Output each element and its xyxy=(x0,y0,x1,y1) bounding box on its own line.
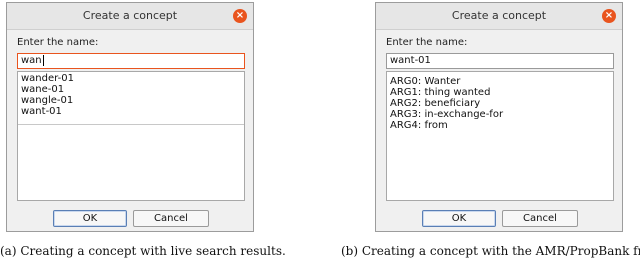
frame-arg-row: ARG1: thing wanted xyxy=(390,87,491,98)
list-item[interactable]: want-01 xyxy=(21,106,241,117)
create-concept-dialog-search: Create a concept × Enter the name: wan w… xyxy=(6,2,254,232)
search-results-list[interactable]: wander-01 wane-01 wangle-01 want-01 xyxy=(17,71,245,201)
list-divider xyxy=(18,124,244,125)
create-concept-dialog-frame: Create a concept × Enter the name: want-… xyxy=(375,2,623,232)
list-item[interactable]: wangle-01 xyxy=(21,95,241,106)
ok-button[interactable]: OK xyxy=(422,210,496,227)
frame-arguments-panel: ARG0: Wanter ARG1: thing wanted ARG2: be… xyxy=(386,71,614,201)
figure-caption-b: (b) Creating a concept with the AMR/Prop… xyxy=(341,244,640,258)
ok-button[interactable]: OK xyxy=(53,210,127,227)
name-prompt-label: Enter the name: xyxy=(17,37,99,48)
dialog-title: Create a concept xyxy=(82,9,178,22)
close-icon[interactable]: × xyxy=(233,9,247,23)
close-icon[interactable]: × xyxy=(602,9,616,23)
text-caret xyxy=(42,54,44,66)
frame-arg-row: ARG3: in-exchange-for xyxy=(390,109,504,120)
frame-arg-row: ARG0: Wanter xyxy=(390,76,461,87)
dialog-title: Create a concept xyxy=(451,9,547,22)
cancel-button[interactable]: Cancel xyxy=(502,210,578,227)
frame-arg-row: ARG4: from xyxy=(390,120,448,131)
concept-name-input[interactable]: want-01 xyxy=(386,53,614,69)
figure-caption-a: (a) Creating a concept with live search … xyxy=(0,244,286,258)
input-value: wan xyxy=(21,55,42,66)
dialog-titlebar: Create a concept × xyxy=(376,3,622,30)
list-item[interactable]: wane-01 xyxy=(21,84,241,95)
cancel-button[interactable]: Cancel xyxy=(133,210,209,227)
frame-arg-row: ARG2: beneficiary xyxy=(390,98,481,109)
dialog-titlebar: Create a concept × xyxy=(7,3,253,30)
concept-name-input[interactable]: wan xyxy=(17,53,245,69)
list-item[interactable]: wander-01 xyxy=(21,73,241,84)
name-prompt-label: Enter the name: xyxy=(386,37,468,48)
